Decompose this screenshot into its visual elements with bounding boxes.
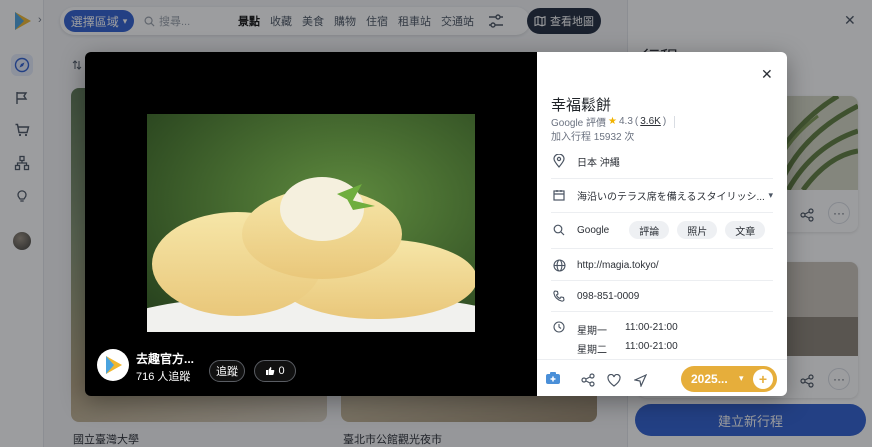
phone-row[interactable]: 098-851-0009 [551,287,773,305]
author-avatar[interactable] [97,349,129,381]
google-row: Google 評論 照片 文章 [551,220,773,240]
follow-button[interactable]: 追蹤 [209,360,245,382]
heart-icon[interactable] [606,372,622,388]
add-photo-icon[interactable] [545,370,561,386]
place-info-panel: ✕ 幸福鬆餅 Google 評價 ★ 4.3 (3.6K) 加入行程 15932… [537,52,787,396]
globe-icon [551,257,567,273]
review-count-link[interactable]: 3.6K [640,116,661,127]
clock-icon [551,319,567,335]
hours-line: 星期二 11:00-21:00 [577,341,678,356]
website-row[interactable]: http://magia.tokyo/ [551,256,773,274]
close-icon[interactable]: ✕ [761,66,773,83]
search-icon [551,222,567,238]
star-icon: ★ [608,116,617,127]
phone-icon [551,288,567,304]
google-reviews-chip[interactable]: 評論 [629,221,670,239]
divider [551,178,773,179]
divider [674,115,676,128]
rating-row: Google 評價 ★ 4.3 (3.6K) [551,114,676,129]
navigate-icon[interactable] [632,372,648,388]
chevron-down-icon: ▾ [768,189,773,200]
divider [551,212,773,213]
share-icon[interactable] [580,372,596,388]
add-to-trip-button[interactable]: 2025... ▾ + [681,366,777,392]
divider [551,311,773,312]
media-viewer: 去趣官方... 716 人追蹤 追蹤 0 [85,52,537,396]
google-photos-chip[interactable]: 照片 [677,221,718,239]
description-row[interactable]: 海沿いのテラス席を備えるスタイリッシ... ▾ [551,186,773,204]
thumbs-up-icon [266,367,275,375]
place-name: 幸福鬆餅 [551,97,612,114]
chevron-down-icon[interactable]: ▾ [739,373,744,384]
divider [551,280,773,281]
added-count: 加入行程 15932 次 [551,132,635,143]
plus-icon[interactable]: + [753,369,773,389]
calendar-icon [551,187,567,203]
place-photo [147,114,475,332]
hours-line: 星期一 11:00-21:00 [577,322,678,337]
location-pin-icon [551,153,567,169]
like-button[interactable]: 0 [254,360,296,382]
google-articles-chip[interactable]: 文章 [725,221,766,239]
author-name[interactable]: 去趣官方... [136,350,194,367]
place-detail-modal: 去趣官方... 716 人追蹤 追蹤 0 ✕ 幸福鬆餅 Google 評價 ★ … [85,52,787,396]
follower-count: 716 人追蹤 [136,371,191,383]
location-row: 日本 沖繩 [551,152,773,170]
divider [551,248,773,249]
action-bar: 2025... ▾ + [537,359,787,396]
